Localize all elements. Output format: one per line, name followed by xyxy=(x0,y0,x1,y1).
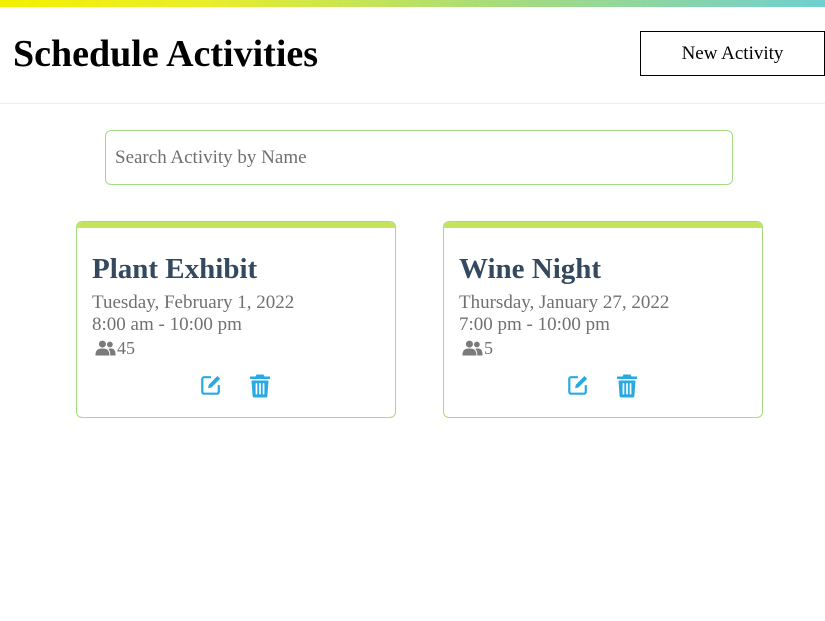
trash-icon xyxy=(250,374,270,398)
attendee-count-value: 45 xyxy=(117,338,135,358)
page-title: Schedule Activities xyxy=(13,33,319,75)
delete-button[interactable] xyxy=(616,374,638,398)
attendee-count-value: 5 xyxy=(484,338,493,358)
activity-date: Tuesday, February 1, 2022 xyxy=(92,292,295,313)
search-input[interactable] xyxy=(105,130,733,185)
activity-name: Plant Exhibit xyxy=(92,253,258,285)
edit-icon xyxy=(568,376,588,395)
activity-name: Wine Night xyxy=(459,253,602,285)
activity-card: Plant Exhibit Tuesday, February 1, 2022 … xyxy=(76,221,396,418)
activity-time: 8:00 am - 10:00 pm xyxy=(92,314,242,335)
gradient-top-bar xyxy=(0,0,825,7)
page-header: Schedule Activities New Activity xyxy=(0,7,825,104)
activity-time: 7:00 pm - 10:00 pm xyxy=(459,314,610,335)
activity-date: Thursday, January 27, 2022 xyxy=(459,292,670,313)
delete-button[interactable] xyxy=(249,374,271,398)
users-icon xyxy=(462,340,483,356)
card-accent-bar xyxy=(77,222,395,228)
trash-icon xyxy=(617,374,637,398)
edit-button[interactable] xyxy=(567,374,589,396)
edit-icon xyxy=(201,376,221,395)
card-accent-bar xyxy=(444,222,762,228)
attendee-count: 5 xyxy=(462,337,493,359)
attendee-count: 45 xyxy=(95,337,135,359)
activity-card: Wine Night Thursday, January 27, 2022 7:… xyxy=(443,221,763,418)
new-activity-button[interactable]: New Activity xyxy=(640,31,825,76)
edit-button[interactable] xyxy=(200,374,222,396)
users-icon xyxy=(95,340,116,356)
